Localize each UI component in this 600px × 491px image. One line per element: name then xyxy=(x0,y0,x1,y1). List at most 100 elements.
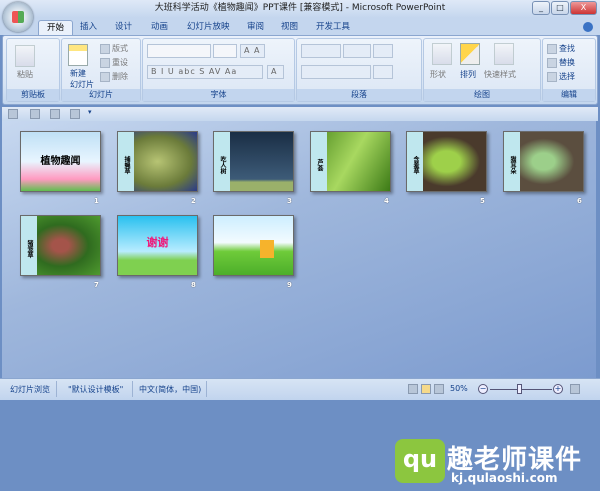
watermark-url: kj.qulaoshi.com xyxy=(451,471,558,485)
slide-icon[interactable] xyxy=(8,109,18,119)
replace-button[interactable]: 替换 xyxy=(547,57,575,68)
font-label: 字体 xyxy=(143,89,294,101)
clipboard-label: 剪贴板 xyxy=(7,89,59,101)
slide-title: 吃人树 xyxy=(214,132,230,191)
quick-styles-button[interactable]: 快速样式 xyxy=(484,69,516,80)
tab-developer[interactable]: 开发工具 xyxy=(316,20,350,35)
tab-insert[interactable]: 插入 xyxy=(80,20,97,35)
select-label: 选择 xyxy=(559,72,575,81)
watermark: qu 趣老师课件 kj.qulaoshi.com xyxy=(395,439,595,491)
close-button[interactable]: X xyxy=(570,1,597,15)
slides-label: 幻灯片 xyxy=(62,89,140,101)
arrange-icon xyxy=(460,43,480,65)
tab-animations[interactable]: 动画 xyxy=(151,20,168,35)
slide-thumbnail-3[interactable]: 吃人树 xyxy=(213,131,294,192)
pointer-icon[interactable] xyxy=(50,109,60,119)
reset-button[interactable]: 重设 xyxy=(100,57,128,68)
paste-button[interactable]: 粘贴 xyxy=(17,69,33,80)
replace-label: 替换 xyxy=(559,58,575,67)
group-drawing: 形状 排列 快速样式 绘图 xyxy=(423,38,541,102)
minimize-button[interactable]: _ xyxy=(532,1,550,15)
tab-view[interactable]: 视图 xyxy=(281,20,298,35)
slide-sorter-view-icon[interactable] xyxy=(421,384,431,394)
editing-label: 编辑 xyxy=(543,89,595,101)
slide-thumbnail-5[interactable]: 含羞草 xyxy=(406,131,487,192)
zoom-out-icon[interactable]: − xyxy=(478,384,488,394)
slide-image xyxy=(260,240,274,258)
font-format-buttons[interactable]: B I U abc S AV Aa xyxy=(147,65,263,79)
help-icon[interactable] xyxy=(583,22,593,32)
zoom-in-icon[interactable]: + xyxy=(553,384,563,394)
reset-icon xyxy=(100,57,110,68)
slide-number: 8 xyxy=(191,281,196,289)
reset-label: 重设 xyxy=(112,58,128,67)
slide-thumbnail-8[interactable]: 谢谢 xyxy=(117,215,198,276)
slide-number: 5 xyxy=(480,197,485,205)
toolbar-dropdown-icon[interactable]: ▾ xyxy=(88,108,92,116)
fit-to-window-icon[interactable] xyxy=(570,384,580,394)
shapes-button[interactable]: 形状 xyxy=(430,69,446,80)
group-paragraph: 段落 xyxy=(296,38,422,102)
layout-icon[interactable] xyxy=(70,109,80,119)
zoom-slider-thumb[interactable] xyxy=(517,384,522,394)
shapes-icon xyxy=(432,43,452,65)
font-grow-shrink-buttons[interactable]: A A xyxy=(240,44,265,58)
tab-home[interactable]: 开始 xyxy=(38,20,74,35)
layout-icon xyxy=(100,43,110,54)
slide-sorter: 植物趣闻 1 捕蝇草 2 吃人树 3 芦荟 4 含羞草 5 猫耳朵 6 猪笼草 … xyxy=(2,121,596,485)
tab-slideshow[interactable]: 幻灯片放映 xyxy=(187,20,230,35)
indent-buttons[interactable] xyxy=(343,44,371,58)
delete-button[interactable]: 删除 xyxy=(100,71,128,82)
normal-view-icon[interactable] xyxy=(408,384,418,394)
slide-thumbnail-7[interactable]: 猪笼草 xyxy=(20,215,101,276)
group-slides: 新建 幻灯片 版式 重设 删除 幻灯片 xyxy=(61,38,141,102)
layout-label: 版式 xyxy=(112,44,128,53)
arrange-button[interactable]: 排列 xyxy=(460,69,476,80)
slide-thumbnail-9[interactable] xyxy=(213,215,294,276)
slide-thumbnail-1[interactable]: 植物趣闻 xyxy=(20,131,101,192)
font-name-select[interactable] xyxy=(147,44,211,58)
drawing-label: 绘图 xyxy=(424,89,540,101)
slide-title: 含羞草 xyxy=(407,132,423,191)
align-buttons[interactable] xyxy=(301,65,371,79)
font-color-button[interactable]: A xyxy=(267,65,285,79)
slide-number: 6 xyxy=(577,197,582,205)
find-label: 查找 xyxy=(559,44,575,53)
status-bar: 幻灯片浏览 "默认设计模板" 中文(简体，中国) 50% − + xyxy=(0,378,600,400)
slide-number: 2 xyxy=(191,197,196,205)
slide-number: 7 xyxy=(94,281,99,289)
office-button[interactable] xyxy=(3,2,33,32)
font-size-select[interactable] xyxy=(213,44,237,58)
slide-number: 4 xyxy=(384,197,389,205)
slide-thumbnail-6[interactable]: 猫耳朵 xyxy=(503,131,584,192)
slideshow-view-icon[interactable] xyxy=(434,384,444,394)
find-button[interactable]: 查找 xyxy=(547,43,575,54)
office-logo-icon xyxy=(12,11,24,23)
select-button[interactable]: 选择 xyxy=(547,71,575,82)
slide-thumbnail-4[interactable]: 芦荟 xyxy=(310,131,391,192)
slide-number: 9 xyxy=(287,281,292,289)
slide-title: 植物趣闻 xyxy=(40,156,81,167)
tab-design[interactable]: 设计 xyxy=(115,20,132,35)
picture-icon[interactable] xyxy=(30,109,40,119)
layout-button[interactable]: 版式 xyxy=(100,43,128,54)
line-spacing-button[interactable] xyxy=(373,44,393,58)
slide-title: 芦荟 xyxy=(311,132,327,191)
columns-button[interactable] xyxy=(373,65,393,79)
new-slide-button[interactable]: 新建 幻灯片 xyxy=(70,68,94,90)
theme-status[interactable]: "默认设计模板" xyxy=(68,384,123,395)
slide-number: 3 xyxy=(287,197,292,205)
find-icon xyxy=(547,43,557,54)
language-status[interactable]: 中文(简体，中国) xyxy=(139,384,201,395)
zoom-level[interactable]: 50% xyxy=(450,384,468,393)
slide-title: 猫耳朵 xyxy=(504,132,520,191)
paragraph-label: 段落 xyxy=(297,89,421,101)
tab-review[interactable]: 审阅 xyxy=(247,20,264,35)
list-buttons[interactable] xyxy=(301,44,341,58)
slide-title: 谢谢 xyxy=(146,236,169,249)
watermark-logo: qu xyxy=(395,439,445,483)
slide-thumbnail-2[interactable]: 捕蝇草 xyxy=(117,131,198,192)
maximize-button[interactable]: □ xyxy=(551,1,569,15)
slide-title: 猪笼草 xyxy=(21,216,37,275)
new-slide-icon xyxy=(68,44,88,66)
